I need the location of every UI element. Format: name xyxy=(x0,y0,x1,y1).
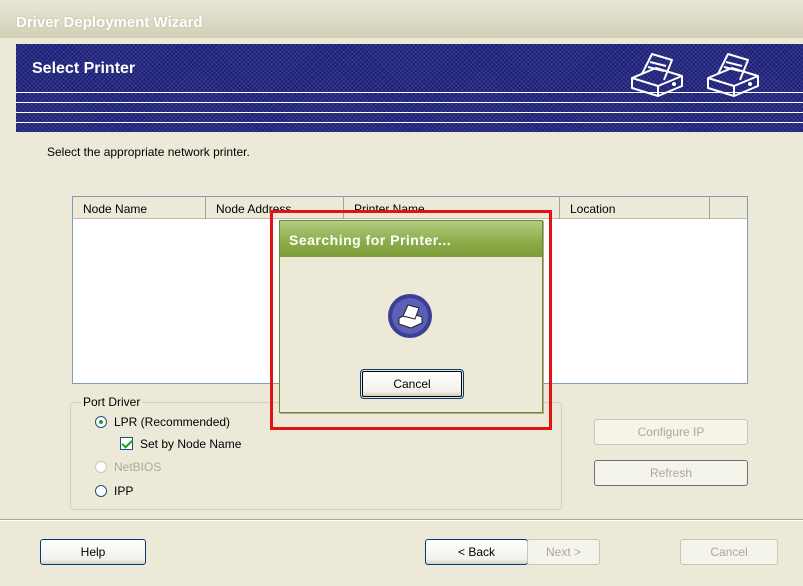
port-driver-label: Port Driver xyxy=(81,395,143,409)
help-button[interactable]: Help xyxy=(40,539,146,565)
window-title: Driver Deployment Wizard xyxy=(16,14,203,31)
banner-stripe xyxy=(16,112,803,113)
netbios-label: NetBIOS xyxy=(114,460,162,474)
instruction-text: Select the appropriate network printer. xyxy=(47,145,250,159)
back-button[interactable]: < Back xyxy=(425,539,528,565)
next-button[interactable]: Next > xyxy=(527,539,600,565)
ipp-label: IPP xyxy=(114,484,134,498)
banner-stripe xyxy=(16,122,803,123)
banner-stripe xyxy=(16,102,803,103)
header-banner: Select Printer xyxy=(16,44,803,132)
refresh-button[interactable]: Refresh xyxy=(594,460,748,486)
netbios-radio[interactable] xyxy=(95,461,107,473)
printer-icon xyxy=(631,53,683,97)
highlight-box xyxy=(270,210,552,430)
set-by-node-name-label: Set by Node Name xyxy=(140,437,242,451)
window-titlebar: Driver Deployment Wizard xyxy=(0,0,803,38)
column-header-location[interactable]: Location xyxy=(560,197,710,219)
lpr-label: LPR (Recommended) xyxy=(114,415,231,429)
page-title: Select Printer xyxy=(32,60,136,77)
configure-ip-button[interactable]: Configure IP xyxy=(594,419,748,445)
footer-separator xyxy=(0,519,803,521)
ipp-radio[interactable] xyxy=(95,485,107,497)
printer-icon xyxy=(707,53,759,97)
cancel-button[interactable]: Cancel xyxy=(680,539,778,565)
lpr-radio[interactable] xyxy=(95,416,107,428)
set-by-node-name-checkbox[interactable] xyxy=(120,437,133,450)
column-header-node-name[interactable]: Node Name xyxy=(73,197,206,219)
